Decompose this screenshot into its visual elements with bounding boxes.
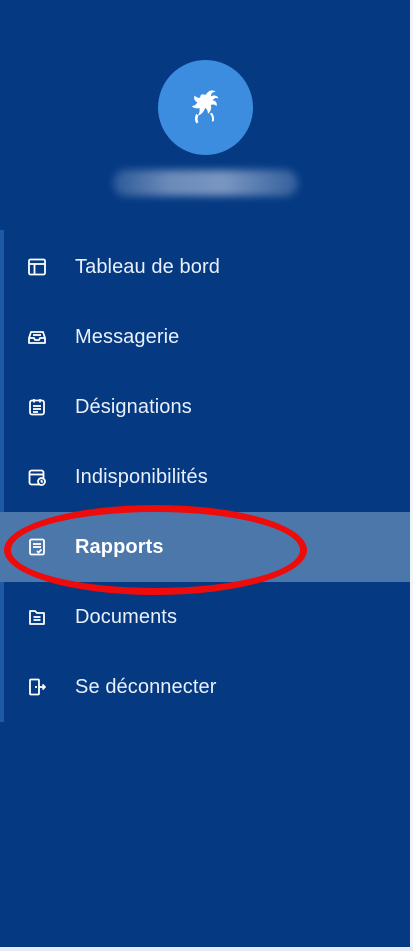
sidebar-item-label: Se déconnecter — [75, 675, 217, 698]
sidebar: Tableau de bord Messagerie Désignations … — [0, 0, 410, 947]
logout-icon — [26, 676, 48, 698]
sidebar-item-label: Messagerie — [75, 325, 180, 348]
sidebar-item-rapports[interactable]: Rapports — [0, 512, 410, 582]
username-blurred — [113, 170, 298, 196]
bottom-border — [0, 947, 413, 951]
sidebar-item-documents[interactable]: Documents — [0, 582, 410, 652]
rooster-logo-icon — [191, 89, 218, 123]
sidebar-item-indisponibilites[interactable]: Indisponibilités — [0, 442, 410, 512]
avatar[interactable] — [158, 60, 253, 155]
calendar-clock-icon — [26, 466, 48, 488]
sidebar-item-label: Rapports — [75, 535, 164, 558]
calendar-list-icon — [26, 396, 48, 418]
sidebar-item-label: Indisponibilités — [75, 465, 208, 488]
report-icon — [26, 536, 48, 558]
sidebar-item-designations[interactable]: Désignations — [0, 372, 410, 442]
inbox-icon — [26, 326, 48, 348]
sidebar-menu: Tableau de bord Messagerie Désignations … — [0, 232, 410, 722]
sidebar-item-tableau-de-bord[interactable]: Tableau de bord — [0, 232, 410, 302]
sidebar-item-se-deconnecter[interactable]: Se déconnecter — [0, 652, 410, 722]
sidebar-item-label: Tableau de bord — [75, 255, 220, 278]
sidebar-item-label: Documents — [75, 605, 178, 628]
dashboard-icon — [26, 256, 48, 278]
sidebar-item-messagerie[interactable]: Messagerie — [0, 302, 410, 372]
documents-icon — [26, 606, 48, 628]
sidebar-item-label: Désignations — [75, 395, 192, 418]
